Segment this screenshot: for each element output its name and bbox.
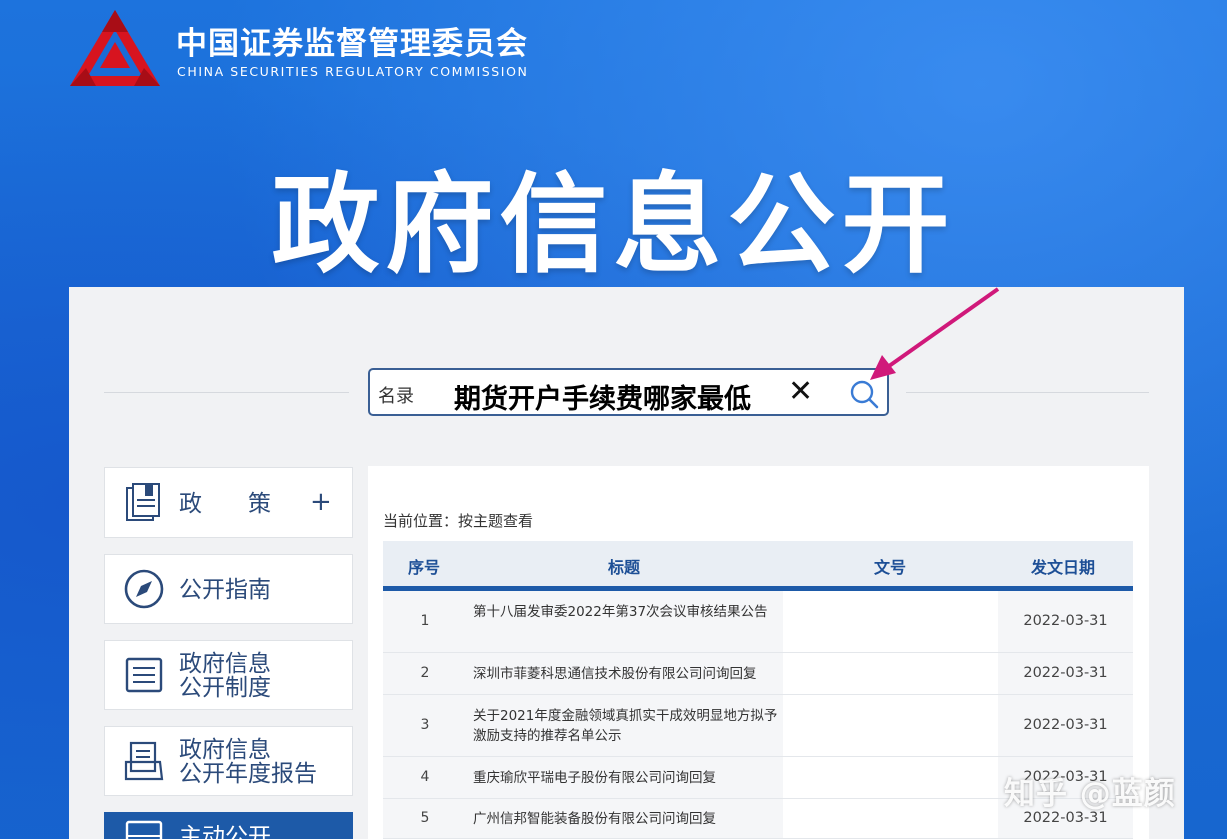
sidebar-item-guide[interactable]: 公开指南 [104,554,353,624]
row-num: 1 [420,613,430,629]
sidebar-item-label: 主动公开 [179,824,271,839]
row-title-link[interactable]: 深圳市菲菱科思通信技术股份有限公司问询回复 [473,664,783,684]
table-row[interactable]: 1 第十八届发审委2022年第37次会议审核结果公告 2022-03-31 [383,591,1133,653]
compass-icon [124,569,164,609]
divider-right [906,392,1149,393]
sidebar-item-annual-report[interactable]: 政府信息 公开年度报告 [104,726,353,796]
csrc-logo-icon [70,10,160,86]
search-box[interactable]: 名录 期货开户手续费哪家最低 ✕ [368,368,889,416]
column-header-title: 标题 [608,558,641,577]
sidebar-item-policy[interactable]: 政 策 + [104,467,353,538]
row-title-link[interactable]: 广州信邦智能装备股份有限公司问询回复 [473,809,783,829]
column-header-docno: 文号 [874,558,907,577]
row-num: 4 [420,769,430,785]
row-docno [783,757,998,798]
row-docno [783,591,998,652]
search-placeholder: 名录 [378,386,414,407]
row-num: 5 [420,810,430,826]
row-num: 2 [420,665,430,681]
report-icon [124,741,164,781]
table-header: 序号 标题 文号 发文日期 [383,541,1133,591]
sidebar-item-label: 公开指南 [179,577,271,603]
row-title-link[interactable]: 关于2021年度金融领域真抓实干成效明显地方拟予激励支持的推荐名单公示 [473,706,783,746]
row-title-link[interactable]: 第十八届发审委2022年第37次会议审核结果公告 [473,602,783,622]
row-docno [783,799,998,838]
table-row[interactable]: 3 关于2021年度金融领域真抓实干成效明显地方拟予激励支持的推荐名单公示 20… [383,695,1133,757]
hero-title: 政府信息公开 [271,163,956,288]
table-row[interactable]: 2 深圳市菲菱科思通信技术股份有限公司问询回复 2022-03-31 [383,653,1133,695]
sidebar-item-label-line2: 公开制度 [179,675,271,701]
close-icon[interactable]: ✕ [788,374,813,409]
row-date: 2022-03-31 [1023,665,1108,681]
search-input[interactable]: 期货开户手续费哪家最低 [454,377,751,416]
org-name-en: CHINA SECURITIES REGULATORY COMMISSION [177,64,529,79]
expand-plus-icon[interactable]: + [310,489,332,515]
sidebar-item-label: 政 策 [179,491,271,517]
sidebar-item-label-line2: 公开年度报告 [179,761,317,787]
document-icon [126,482,160,521]
column-header-num: 序号 [408,558,441,577]
org-name-cn: 中国证券监督管理委员会 [176,26,528,62]
sidebar-item-active-disclosure[interactable]: 主动公开 [104,812,353,839]
sidebar-item-label-line1: 政府信息 [179,651,271,677]
row-num: 3 [420,717,430,733]
pointer-arrow [870,287,1000,380]
row-date: 2022-03-31 [1023,613,1108,629]
divider-left [104,392,349,393]
inbox-icon [125,820,163,839]
breadcrumb: 当前位置：按主题查看 [383,512,534,530]
row-title-link[interactable]: 重庆瑜欣平瑞电子股份有限公司问询回复 [473,768,783,788]
list-icon [125,657,163,693]
sidebar-item-system[interactable]: 政府信息 公开制度 [104,640,353,710]
watermark: 知乎 @蓝颜 [1004,776,1176,812]
sidebar-item-label-line1: 政府信息 [179,737,271,763]
row-date: 2022-03-31 [1023,717,1108,733]
column-header-date: 发文日期 [1031,558,1096,577]
row-docno [783,653,998,694]
row-docno [783,695,998,756]
